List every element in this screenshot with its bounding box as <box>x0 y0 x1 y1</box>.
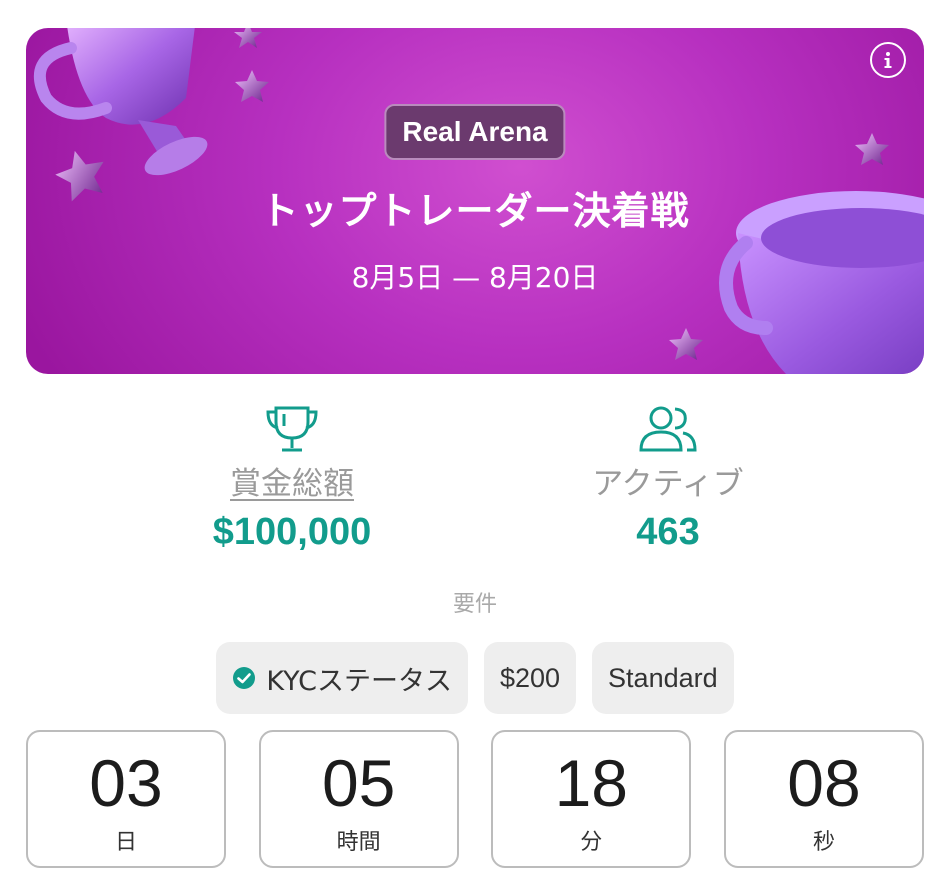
countdown-seconds-value: 08 <box>787 746 861 820</box>
countdown-days-unit: 日 <box>114 830 137 855</box>
trophy-icon <box>266 406 318 452</box>
info-icon <box>884 52 892 68</box>
arena-badge: Real Arena <box>384 104 566 160</box>
info-button[interactable] <box>870 42 906 78</box>
users-icon <box>639 406 697 452</box>
requirement-kyc: KYCステータス <box>216 642 468 714</box>
active-participants-stat: アクティブ 463 <box>518 404 818 554</box>
trophy-decoration-left <box>33 28 208 176</box>
active-value: 463 <box>636 511 700 553</box>
prize-pool-value: $100,000 <box>212 511 372 553</box>
requirements-list: KYCステータス $200 Standard <box>0 642 950 714</box>
requirement-deposit: $200 <box>483 642 577 714</box>
countdown-seconds: 08 秒 <box>723 730 924 868</box>
requirements-title: 要件 <box>452 592 497 617</box>
prize-pool-label[interactable]: 賞金総額 <box>142 458 442 503</box>
tournament-dates: 8月5日 — 8月20日 <box>351 261 599 294</box>
countdown-seconds-unit: 秒 <box>812 830 835 855</box>
countdown-days-value: 03 <box>89 746 163 820</box>
countdown-minutes: 18 分 <box>491 730 692 868</box>
active-label: アクティブ <box>592 466 744 502</box>
countdown-days: 03 日 <box>26 730 226 868</box>
countdown-minutes-value: 18 <box>554 746 629 820</box>
requirement-account-type-label: Standard <box>608 662 718 693</box>
countdown-hours-unit: 時間 <box>336 830 381 855</box>
countdown-hours-value: 05 <box>321 746 396 820</box>
requirement-account-type: Standard <box>592 642 734 714</box>
requirement-deposit-label: $200 <box>499 662 561 693</box>
tournament-title: トップトレーダー決着戦 <box>260 189 690 233</box>
tournament-banner: Real Arena トップトレーダー決着戦 8月5日 — 8月20日 <box>26 28 924 374</box>
countdown-minutes-unit: 分 <box>580 830 603 855</box>
countdown-hours: 05 時間 <box>258 730 459 868</box>
countdown-timer: 03 日 05 時間 18 分 08 秒 <box>26 730 924 868</box>
check-circle-icon <box>233 667 256 689</box>
prize-pool-stat: 賞金総額 $100,000 <box>142 404 442 554</box>
requirement-kyc-label: KYCステータス <box>266 665 452 697</box>
